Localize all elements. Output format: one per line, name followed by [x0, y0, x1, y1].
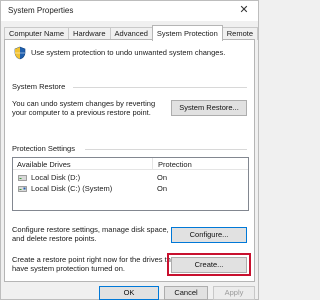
drive-row[interactable]: Local Disk (D:) On: [13, 173, 248, 183]
disk-icon: [18, 175, 27, 181]
drive-protection-status: On: [157, 173, 168, 182]
intro-text: Use system protection to undo unwanted s…: [31, 48, 226, 57]
cancel-button[interactable]: Cancel: [164, 286, 208, 300]
tab-strip: Computer Name Hardware Advanced System P…: [4, 25, 259, 41]
configure-button[interactable]: Configure...: [171, 227, 247, 243]
shield-icon: [14, 46, 26, 60]
section-divider: [85, 149, 247, 150]
configure-description: Configure restore settings, manage disk …: [12, 225, 169, 243]
create-description: Create a restore point right now for the…: [12, 255, 177, 273]
system-restore-button[interactable]: System Restore...: [171, 100, 247, 116]
create-description-line2: have system protection turned on.: [12, 264, 125, 273]
system-properties-window: System Properties ✕ Computer Name Hardwa…: [0, 0, 259, 300]
create-button[interactable]: Create...: [171, 257, 247, 273]
disk-icon: [18, 186, 27, 192]
title-bar: System Properties ✕: [1, 1, 258, 21]
section-divider: [73, 87, 247, 88]
drive-protection-status: On: [157, 184, 168, 193]
close-icon[interactable]: ✕: [234, 2, 254, 19]
column-header-available-drives[interactable]: Available Drives: [17, 160, 71, 169]
system-restore-description-line2: your computer to a previous restore poin…: [12, 108, 151, 117]
configure-description-line2: and delete restore points.: [12, 234, 97, 243]
column-header-protection[interactable]: Protection: [152, 158, 192, 170]
drives-list-header: Available Drives Protection: [13, 158, 248, 170]
system-protection-panel: Use system protection to undo unwanted s…: [4, 39, 255, 282]
ok-button[interactable]: OK: [99, 286, 159, 300]
drive-name: Local Disk (C:) (System): [31, 184, 113, 193]
configure-description-line1: Configure restore settings, manage disk …: [12, 225, 169, 234]
system-restore-heading: System Restore: [12, 82, 66, 91]
drives-list[interactable]: Available Drives Protection Local Disk (…: [12, 157, 249, 211]
system-restore-description-line1: You can undo system changes by reverting: [12, 99, 156, 108]
protection-settings-heading: Protection Settings: [12, 144, 75, 153]
create-description-line1: Create a restore point right now for the…: [12, 255, 178, 264]
window-title: System Properties: [8, 6, 74, 15]
drive-name: Local Disk (D:): [31, 173, 81, 182]
tab-system-protection[interactable]: System Protection: [151, 25, 223, 41]
system-restore-description: You can undo system changes by reverting…: [12, 99, 155, 117]
apply-button[interactable]: Apply: [213, 286, 255, 300]
drive-row[interactable]: Local Disk (C:) (System) On: [13, 184, 248, 194]
